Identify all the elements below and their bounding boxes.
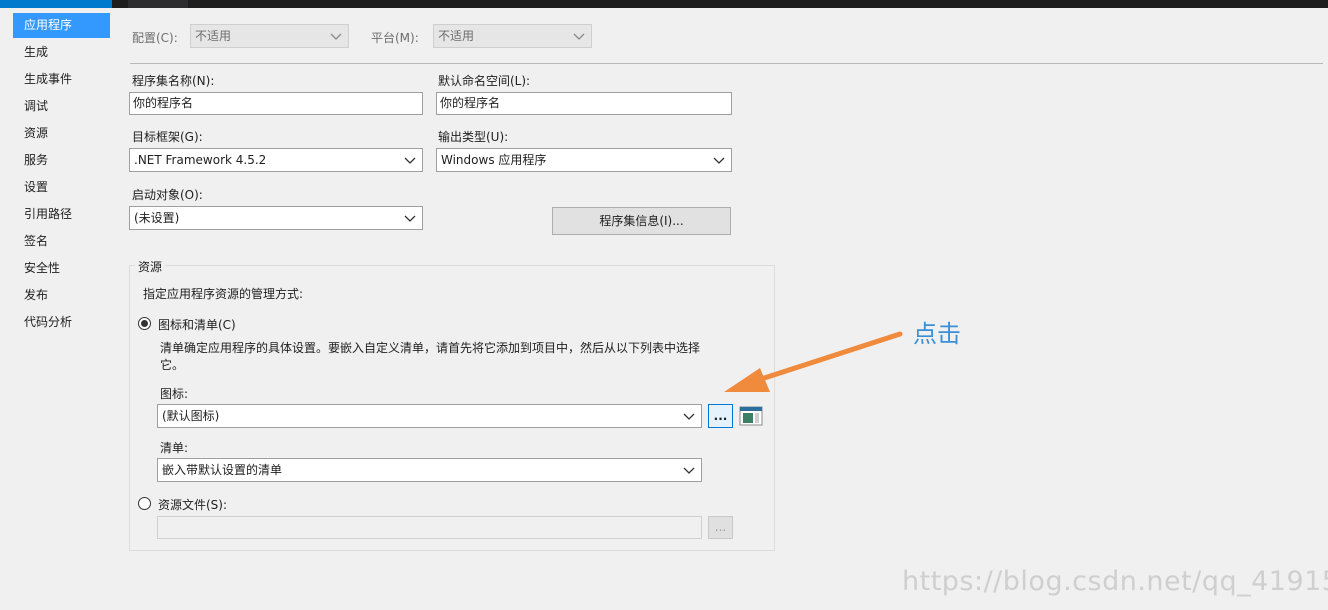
annotation-text: 点击: [913, 320, 961, 348]
watermark: https://blog.csdn.net/qq_41915690: [902, 566, 1328, 597]
annotation-arrow-icon: [724, 331, 903, 392]
